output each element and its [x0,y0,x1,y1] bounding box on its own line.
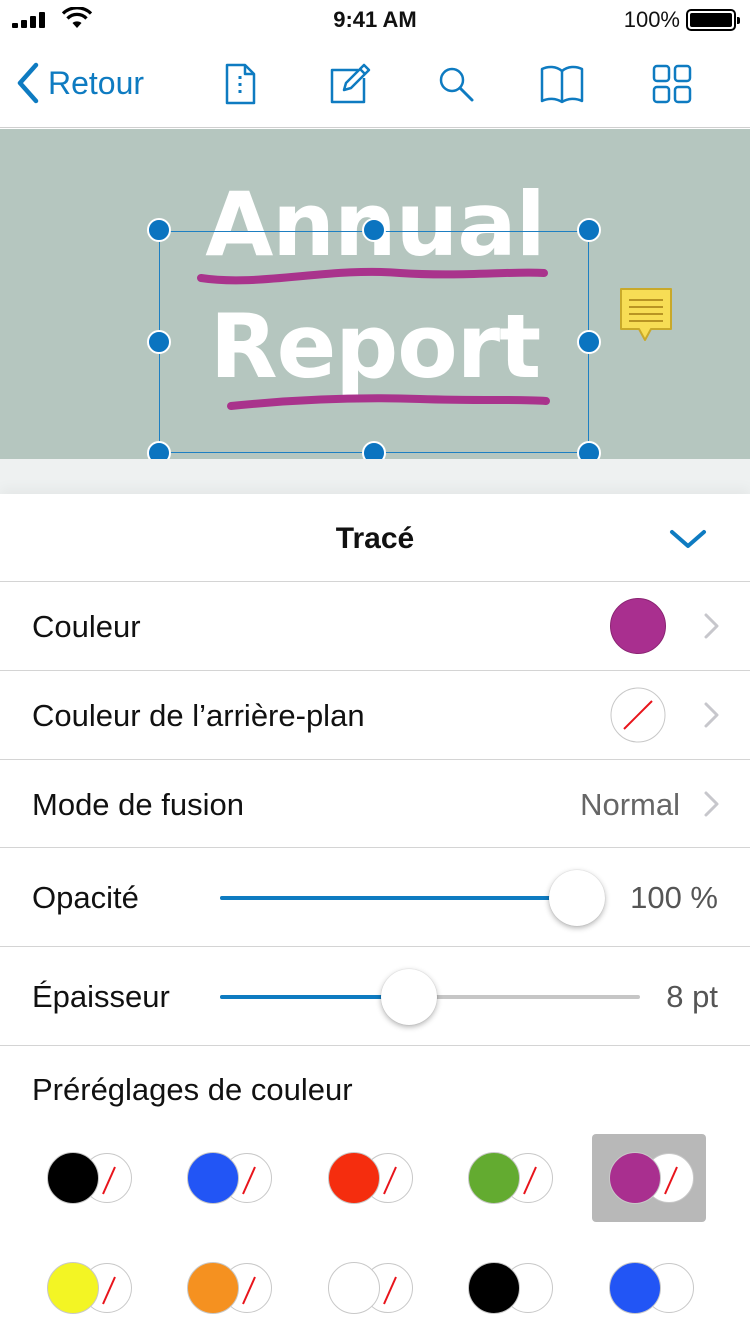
opacity-slider-thumb[interactable] [549,870,605,926]
thumbnail-grid-icon[interactable] [650,62,694,106]
opacity-row: Opacité 100 % [0,848,750,947]
color-preset[interactable] [30,1134,144,1222]
thickness-slider-thumb[interactable] [381,969,437,1025]
preset-stroke-swatch [187,1262,239,1314]
resize-handle[interactable] [147,441,171,459]
color-preset[interactable] [30,1244,144,1332]
selection-box [159,231,589,453]
fill-color-row[interactable]: Couleur de l’arrière-plan [0,671,750,760]
annotation-inspector: Tracé Couleur Couleur de l’arrière-plan … [0,494,750,1334]
chevron-down-icon[interactable] [668,526,708,552]
battery-percentage: 100% [623,7,680,32]
resize-handle[interactable] [577,218,601,242]
book-outline-icon[interactable] [540,62,584,106]
resize-handle[interactable] [577,441,601,459]
chevron-right-icon [704,702,719,728]
chevron-right-icon [704,613,719,639]
opacity-slider-fill [220,896,577,900]
opacity-label: Opacité [32,880,139,915]
search-icon[interactable] [434,62,478,106]
preset-stroke-swatch [187,1152,239,1204]
resize-handle[interactable] [362,441,386,459]
back-button-label: Retour [48,64,145,101]
color-preset[interactable] [592,1244,706,1332]
inspector-header: Tracé [0,494,750,582]
color-preset[interactable] [451,1134,565,1222]
chevron-right-icon [704,791,719,817]
note-annotation-icon[interactable] [619,287,673,343]
thickness-row: Épaisseur 8 pt [0,947,750,1046]
color-preset[interactable] [170,1244,284,1332]
color-preset[interactable] [592,1134,706,1222]
document-info-icon[interactable] [218,62,262,106]
blend-mode-label: Mode de fusion [32,787,244,822]
thickness-value: 8 pt [666,979,718,1014]
color-preset[interactable] [170,1134,284,1222]
edit-annotation-icon[interactable] [328,62,372,106]
preset-stroke-swatch [468,1152,520,1204]
inspector-title: Tracé [335,522,415,555]
color-presets-label: Préréglages de couleur [32,1072,353,1107]
preset-stroke-swatch [468,1262,520,1314]
color-row[interactable]: Couleur [0,582,750,671]
page-gutter [0,459,750,494]
resize-handle[interactable] [147,218,171,242]
preset-stroke-swatch [328,1152,380,1204]
chevron-left-icon [17,62,39,104]
battery-icon [686,9,740,31]
color-preset[interactable] [311,1244,425,1332]
color-swatch [610,598,666,654]
thickness-label: Épaisseur [32,979,170,1014]
back-button[interactable]: Retour [16,60,144,106]
no-fill-swatch-icon [610,687,666,743]
preset-stroke-swatch [328,1262,380,1314]
navigation-bar: Retour [0,40,750,128]
fill-color-label: Couleur de l’arrière-plan [32,698,365,733]
blend-mode-row[interactable]: Mode de fusion Normal [0,760,750,848]
preset-stroke-swatch [609,1152,661,1204]
opacity-value: 100 % [630,880,718,915]
preset-stroke-swatch [609,1262,661,1314]
blend-mode-value: Normal [580,787,680,822]
preset-stroke-swatch [47,1262,99,1314]
color-label: Couleur [32,609,141,644]
document-page[interactable]: Annual Report [0,129,750,459]
color-preset[interactable] [311,1134,425,1222]
resize-handle[interactable] [147,330,171,354]
status-bar: 9:41 AM 100% [0,0,750,40]
preset-stroke-swatch [47,1152,99,1204]
resize-handle[interactable] [577,330,601,354]
resize-handle[interactable] [362,218,386,242]
color-preset[interactable] [451,1244,565,1332]
